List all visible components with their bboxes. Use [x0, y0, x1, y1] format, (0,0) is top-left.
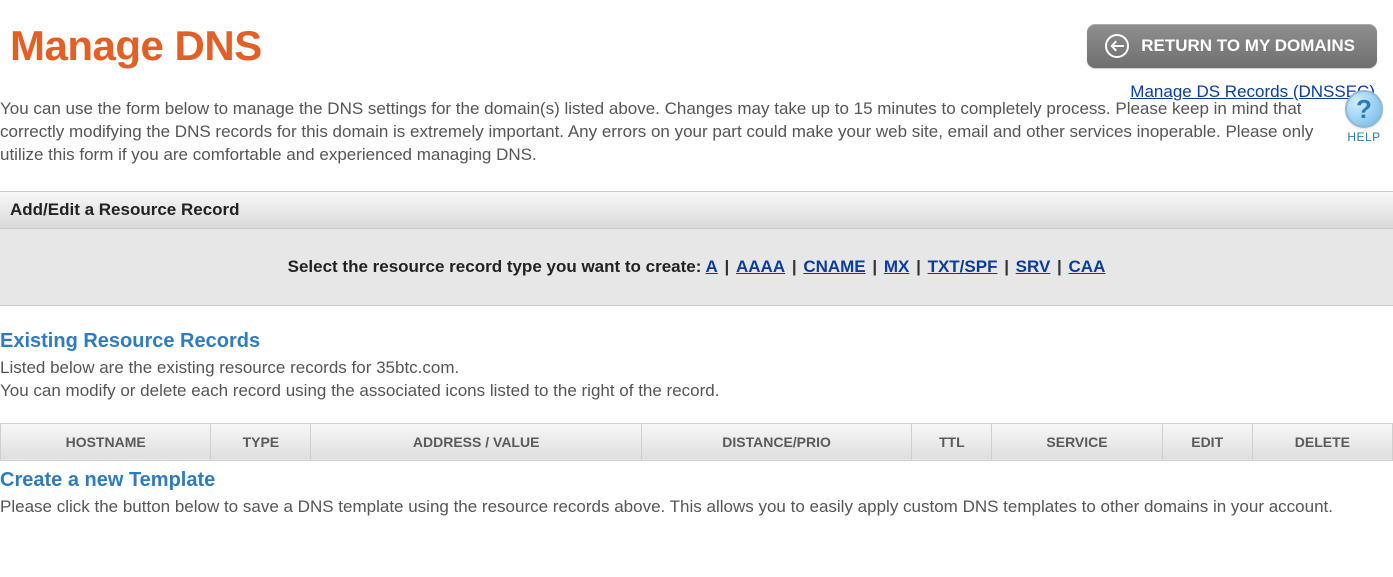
return-button-label: RETURN TO MY DOMAINS [1141, 36, 1355, 56]
help-icon: ? [1345, 90, 1383, 128]
create-template-heading: Create a new Template [0, 469, 1393, 492]
col-delete: DELETE [1252, 423, 1392, 460]
add-edit-section-header: Add/Edit a Resource Record [0, 191, 1393, 229]
type-link-caa[interactable]: CAA [1069, 257, 1106, 276]
col-ttl: TTL [912, 423, 992, 460]
arrow-left-icon [1105, 34, 1129, 58]
existing-records-line1: Listed below are the existing resource r… [0, 357, 1393, 380]
col-edit: EDIT [1162, 423, 1252, 460]
type-link-cname[interactable]: CNAME [803, 257, 865, 276]
type-link-mx[interactable]: MX [884, 257, 910, 276]
help-button[interactable]: ? HELP [1345, 90, 1383, 144]
existing-records-line2: You can modify or delete each record usi… [0, 380, 1393, 403]
records-table: HOSTNAME TYPE ADDRESS / VALUE DISTANCE/P… [0, 423, 1393, 461]
type-link-a[interactable]: A [706, 257, 718, 276]
col-hostname: HOSTNAME [1, 423, 211, 460]
select-type-lead: Select the resource record type you want… [288, 257, 706, 276]
create-template-text: Please click the button below to save a … [0, 496, 1393, 519]
type-link-txtspf[interactable]: TXT/SPF [928, 257, 998, 276]
record-type-selector-row: Select the resource record type you want… [0, 229, 1393, 306]
existing-records-heading: Existing Resource Records [0, 330, 1393, 353]
col-distance: DISTANCE/PRIO [641, 423, 911, 460]
return-to-domains-button[interactable]: RETURN TO MY DOMAINS [1087, 24, 1377, 68]
col-service: SERVICE [992, 423, 1162, 460]
table-header-row: HOSTNAME TYPE ADDRESS / VALUE DISTANCE/P… [1, 423, 1393, 460]
type-link-aaaa[interactable]: AAAA [736, 257, 785, 276]
col-value: ADDRESS / VALUE [311, 423, 641, 460]
help-label: HELP [1345, 130, 1383, 144]
type-link-srv[interactable]: SRV [1016, 257, 1051, 276]
col-type: TYPE [211, 423, 311, 460]
intro-text: You can use the form below to manage the… [0, 98, 1320, 167]
